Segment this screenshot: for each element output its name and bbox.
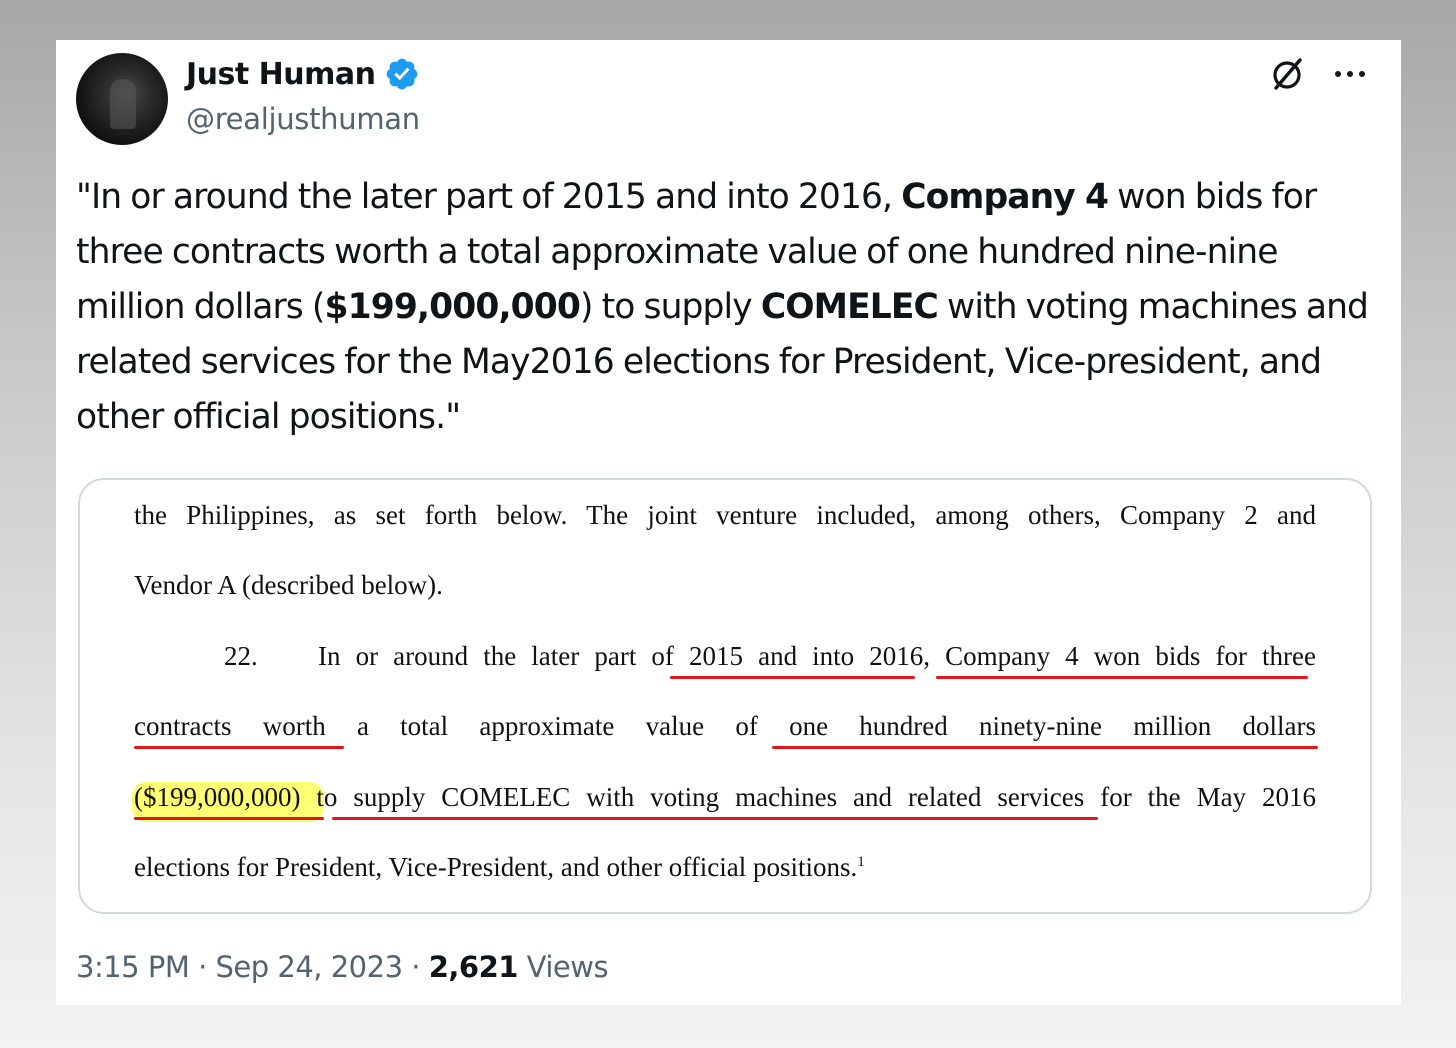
tweet-metadata: 3:15 PM · Sep 24, 2023 · 2,621 Views (76, 950, 609, 984)
tweet-time[interactable]: 3:15 PM (76, 950, 190, 984)
footnote-marker: 1 (857, 854, 865, 870)
underline-supply-comelec (332, 817, 1098, 820)
underline-contracts-worth (134, 746, 344, 749)
bold-comelec: COMELEC (760, 287, 939, 327)
doc-line-6: elections for President, Vice-President,… (134, 852, 865, 882)
doc-line-3: In or around the later part of 2015 and … (318, 641, 1316, 671)
grok-icon[interactable] (1268, 54, 1308, 94)
views-count: 2,621 (428, 950, 519, 984)
author-name[interactable]: Just Human (186, 57, 376, 92)
underline-2015-2016 (670, 676, 915, 679)
bold-company-4: Company 4 (901, 177, 1109, 217)
tweet-card: Just Human @realjusthuman "In or around … (56, 40, 1401, 1005)
more-icon[interactable] (1330, 56, 1370, 92)
doc-line-1: the Philippines, as set forth below. The… (134, 500, 1316, 530)
document-image[interactable]: the Philippines, as set forth below. The… (78, 478, 1372, 914)
avatar[interactable] (76, 53, 168, 145)
underline-amount-figure (134, 817, 324, 820)
doc-para-number: 22. (224, 641, 258, 671)
views-label: Views (526, 950, 609, 984)
author-handle[interactable]: @realjusthuman (186, 102, 420, 136)
underline-company-4 (936, 676, 1308, 679)
verified-badge-icon (386, 58, 417, 90)
tweet-date[interactable]: Sep 24, 2023 (216, 950, 404, 984)
doc-line-2: Vendor A (described below). (134, 570, 443, 600)
bold-amount: $199,000,000 (324, 287, 581, 327)
underline-amount-words (772, 746, 1318, 749)
author-row: Just Human (186, 54, 420, 94)
doc-line-5: ($199,000,000) to supply COMELEC with vo… (134, 782, 1316, 812)
doc-line-4: contracts worth a total approximate valu… (134, 711, 1316, 741)
tweet-text: "In or around the later part of 2015 and… (76, 177, 1369, 437)
